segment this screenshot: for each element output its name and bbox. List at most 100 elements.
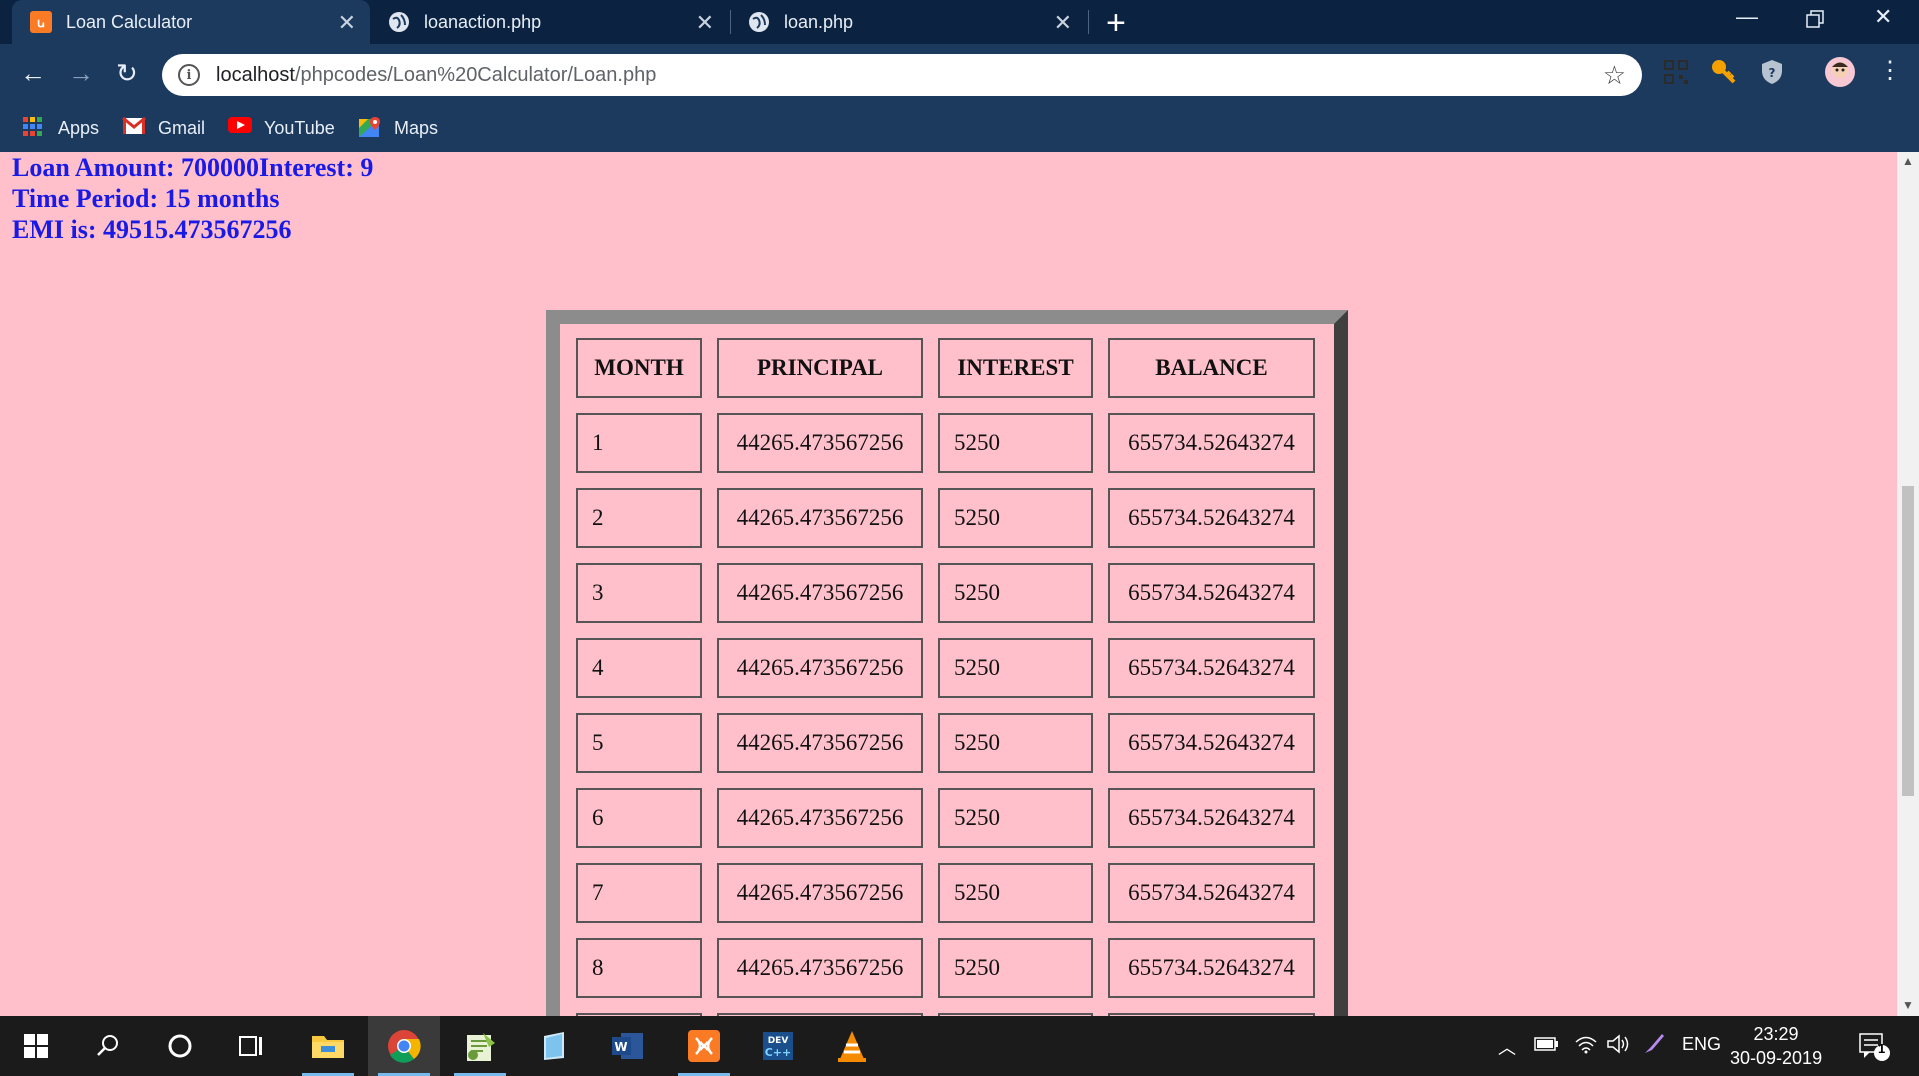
- maps-icon: [358, 116, 382, 140]
- month-cell: 2: [576, 488, 702, 548]
- loan-summary: Loan Amount: 700000Interest: 9 Time Peri…: [12, 152, 373, 245]
- devcpp-icon[interactable]: DEV C++: [742, 1016, 814, 1076]
- word-icon[interactable]: W: [592, 1016, 664, 1076]
- notes-icon[interactable]: [518, 1016, 590, 1076]
- task-view-icon[interactable]: [216, 1016, 288, 1076]
- close-tab-icon[interactable]: ✕: [1054, 10, 1072, 36]
- time-period-line: Time Period: 15 months: [12, 184, 280, 213]
- file-explorer-icon[interactable]: [292, 1016, 364, 1076]
- clock-date: 30-09-2019: [1730, 1048, 1823, 1068]
- bookmark-label: Apps: [58, 117, 100, 138]
- close-window-icon[interactable]: ✕: [1874, 4, 1892, 30]
- scroll-up-icon[interactable]: ▲: [1902, 154, 1914, 168]
- balance-cell: 655734.52643274: [1108, 488, 1315, 548]
- close-tab-icon[interactable]: ✕: [338, 10, 356, 36]
- page-viewport: Loan Amount: 700000Interest: 9 Time Peri…: [0, 152, 1897, 1016]
- shield-icon[interactable]: ?: [1758, 58, 1786, 86]
- principal-cell: 44265.473567256: [717, 413, 923, 473]
- page-scrollbar[interactable]: ▲ ▼: [1897, 152, 1919, 1016]
- principal-cell: 44265.473567256: [717, 863, 923, 923]
- back-icon[interactable]: ←: [20, 58, 46, 89]
- table-row: 7 44265.473567256 5250 655734.52643274: [576, 863, 1315, 923]
- table-header-row: MONTH PRINCIPAL INTEREST BALANCE: [576, 338, 1315, 398]
- interest-cell: 5250: [938, 638, 1093, 698]
- windows-start-icon[interactable]: [0, 1016, 72, 1076]
- globe-icon: [748, 11, 770, 33]
- language-indicator[interactable]: ENG: [1682, 1034, 1721, 1055]
- interest-cell: 5250: [938, 713, 1093, 773]
- bookmark-maps[interactable]: Maps: [358, 116, 438, 140]
- menu-kebab-icon[interactable]: ⋮: [1878, 56, 1902, 85]
- tab-separator: [730, 10, 731, 34]
- tab-loanaction[interactable]: loanaction.php ✕: [376, 0, 728, 44]
- balance-cell: 655734.52643274: [1108, 863, 1315, 923]
- minimize-icon[interactable]: —: [1736, 4, 1758, 30]
- notepad-plus-icon[interactable]: [444, 1016, 516, 1076]
- tab-loan[interactable]: loan.php ✕: [734, 0, 1086, 44]
- principal-cell: 44265.473567256: [717, 713, 923, 773]
- table-row: 3 44265.473567256 5250 655734.52643274: [576, 563, 1315, 623]
- restore-icon[interactable]: [1806, 8, 1824, 34]
- interest-cell: 5250: [938, 788, 1093, 848]
- emi-line: EMI is: 49515.473567256: [12, 215, 292, 244]
- tab-title: Loan Calculator: [66, 11, 193, 32]
- key-extension-icon[interactable]: [1710, 58, 1738, 86]
- apps-grid-icon: [22, 116, 46, 140]
- bookmark-apps[interactable]: Apps: [22, 116, 99, 140]
- chrome-icon[interactable]: [368, 1016, 440, 1076]
- balance-cell: 655734.52643274: [1108, 638, 1315, 698]
- avatar[interactable]: [1824, 56, 1856, 88]
- column-header-principal: PRINCIPAL: [717, 338, 923, 398]
- scrollbar-thumb[interactable]: [1902, 486, 1914, 796]
- search-icon[interactable]: [72, 1016, 144, 1076]
- action-center-icon[interactable]: 1: [1858, 1032, 1892, 1067]
- table-row: 4 44265.473567256 5250 655734.52643274: [576, 638, 1315, 698]
- globe-icon: [388, 11, 410, 33]
- clock-time: 23:29: [1753, 1024, 1799, 1044]
- svg-text:W: W: [614, 1040, 627, 1054]
- address-bar[interactable]: i localhost/phpcodes/Loan%20Calculator/L…: [162, 54, 1642, 96]
- system-clock[interactable]: 23:29 30-09-2019: [1730, 1022, 1822, 1070]
- forward-icon[interactable]: →: [68, 58, 94, 89]
- cortana-icon[interactable]: [144, 1016, 216, 1076]
- address-url: localhost/phpcodes/Loan%20Calculator/Loa…: [216, 63, 657, 86]
- qr-code-icon[interactable]: [1662, 58, 1690, 86]
- bookmark-label: Gmail: [158, 117, 206, 138]
- month-cell: 5: [576, 713, 702, 773]
- youtube-icon: [228, 116, 252, 140]
- tab-title: loan.php: [784, 11, 854, 32]
- table-row: 5 44265.473567256 5250 655734.52643274: [576, 713, 1315, 773]
- volume-icon[interactable]: [1606, 1034, 1630, 1059]
- wifi-icon[interactable]: [1574, 1034, 1598, 1059]
- table-row: 8 44265.473567256 5250 655734.52643274: [576, 938, 1315, 998]
- interest-cell: 5250: [938, 413, 1093, 473]
- principal-cell: 44265.473567256: [717, 788, 923, 848]
- balance-cell: 655734.52643274: [1108, 938, 1315, 998]
- column-header-balance: BALANCE: [1108, 338, 1315, 398]
- column-header-interest: INTEREST: [938, 338, 1093, 398]
- show-hidden-icons-chevron-icon[interactable]: ︿: [1498, 1034, 1516, 1060]
- table-row: 1 44265.473567256 5250 655734.52643274: [576, 413, 1315, 473]
- bookmark-youtube[interactable]: YouTube: [228, 116, 335, 140]
- xampp-icon: ꭎ: [30, 11, 52, 33]
- scroll-down-icon[interactable]: ▼: [1902, 998, 1914, 1012]
- xampp-icon[interactable]: [668, 1016, 740, 1076]
- bookmark-gmail[interactable]: Gmail: [122, 116, 205, 140]
- interest-cell: 5250: [938, 938, 1093, 998]
- reload-icon[interactable]: ↻: [116, 58, 138, 89]
- bookmarks-bar: Apps Gmail YouTube Maps: [0, 106, 1919, 152]
- browser-toolbar: ← → ↻ i localhost/phpcodes/Loan%20Calcul…: [0, 44, 1919, 106]
- month-cell: 4: [576, 638, 702, 698]
- tab-loan-calculator[interactable]: ꭎ Loan Calculator ✕: [12, 0, 370, 44]
- pen-ink-icon[interactable]: [1642, 1032, 1666, 1061]
- balance-cell: 655734.52643274: [1108, 713, 1315, 773]
- vlc-icon[interactable]: [816, 1016, 888, 1076]
- table-row: 2 44265.473567256 5250 655734.52643274: [576, 488, 1315, 548]
- svg-text:ꭎ: ꭎ: [37, 16, 45, 31]
- site-info-icon[interactable]: i: [178, 64, 200, 86]
- close-tab-icon[interactable]: ✕: [696, 10, 714, 36]
- battery-icon[interactable]: [1534, 1036, 1560, 1057]
- bookmark-star-icon[interactable]: ☆: [1603, 60, 1626, 91]
- windows-taskbar: W DEV C++ ︿ ENG 23:29 30-09-2019 1: [0, 1016, 1919, 1076]
- new-tab-icon[interactable]: +: [1106, 4, 1126, 43]
